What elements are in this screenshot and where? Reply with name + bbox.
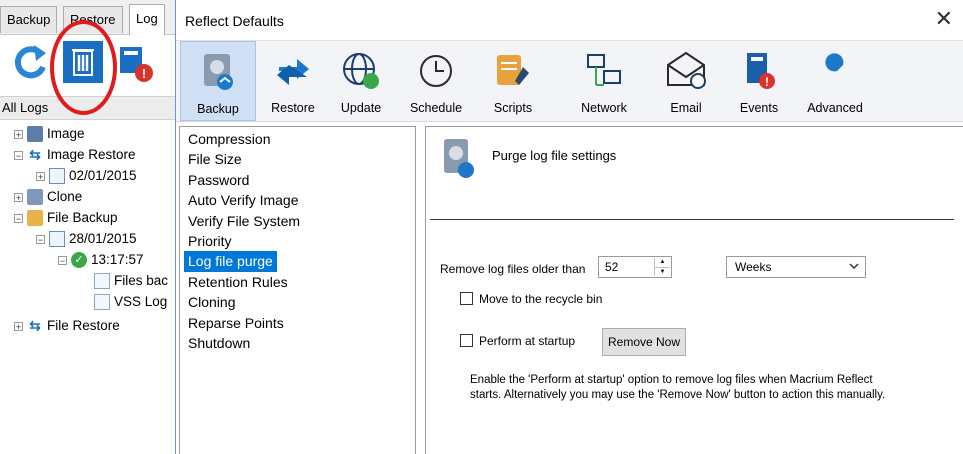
category-priority[interactable]: Priority bbox=[180, 231, 415, 251]
recycle-bin-checkbox[interactable] bbox=[460, 292, 473, 305]
folder-backup-icon bbox=[27, 210, 43, 227]
clone-disk-icon bbox=[27, 189, 43, 206]
ribbon-events-button[interactable]: ! Events bbox=[728, 41, 790, 121]
svg-text:!: ! bbox=[765, 75, 769, 89]
age-value[interactable]: 52 bbox=[605, 260, 618, 274]
chevron-down-icon bbox=[849, 263, 859, 270]
category-cloning[interactable]: Cloning bbox=[180, 292, 415, 312]
ribbon-backup-button[interactable]: Backup bbox=[180, 41, 256, 121]
recycle-bin-label[interactable]: Move to the recycle bin bbox=[479, 292, 602, 306]
category-password[interactable]: Password bbox=[180, 170, 415, 190]
category-shutdown[interactable]: Shutdown bbox=[180, 333, 415, 353]
category-verify-file-system[interactable]: Verify File System bbox=[180, 211, 415, 231]
calendar-icon bbox=[49, 168, 65, 185]
restore-arrows-icon bbox=[277, 59, 309, 85]
dialog-title: Reflect Defaults bbox=[185, 13, 284, 29]
svg-text:!: ! bbox=[142, 66, 146, 81]
tree-item-file-restore[interactable]: + ⇆ File Restore bbox=[14, 316, 120, 336]
category-log-file-purge[interactable]: Log file purge bbox=[184, 251, 277, 272]
category-compression[interactable]: Compression bbox=[180, 129, 415, 149]
collapse-icon[interactable]: − bbox=[14, 213, 23, 223]
remove-older-label: Remove log files older than bbox=[440, 262, 586, 276]
annotation-circle bbox=[50, 20, 117, 115]
age-stepper[interactable]: 52 ▲ ▼ bbox=[598, 256, 672, 278]
event-log-icon[interactable]: ! bbox=[116, 45, 156, 87]
purge-description: Enable the 'Perform at startup' option t… bbox=[470, 374, 886, 401]
backup-disk-icon bbox=[444, 139, 474, 178]
reflect-defaults-dialog: Reflect Defaults ✕ Backup Restore Update… bbox=[175, 0, 963, 454]
expand-icon[interactable]: + bbox=[14, 321, 23, 331]
tree-item-files-backup-log[interactable]: Files bac bbox=[94, 271, 168, 291]
tree-item-file-backup[interactable]: − File Backup bbox=[14, 208, 118, 228]
tab-backup[interactable]: Backup bbox=[0, 6, 58, 33]
disk-image-icon bbox=[27, 126, 43, 143]
calendar-icon bbox=[49, 231, 65, 248]
collapse-icon[interactable]: − bbox=[36, 234, 45, 244]
advanced-wrench-icon bbox=[823, 53, 844, 85]
success-check-icon: ✓ bbox=[71, 252, 87, 269]
ribbon-restore-button[interactable]: Restore bbox=[258, 41, 328, 121]
ribbon-email-button[interactable]: Email bbox=[653, 41, 719, 121]
settings-header: Purge log file settings bbox=[492, 148, 617, 163]
tree-item-time[interactable]: − ✓ 13:17:57 bbox=[58, 250, 144, 270]
perform-at-startup-label[interactable]: Perform at startup bbox=[479, 334, 575, 348]
category-auto-verify-image[interactable]: Auto Verify Image bbox=[180, 190, 415, 210]
log-purge-settings-panel: Purge log file settings Remove log files… bbox=[425, 126, 963, 454]
refresh-icon[interactable] bbox=[12, 43, 50, 83]
document-icon bbox=[94, 273, 110, 290]
dialog-titlebar[interactable]: Reflect Defaults ✕ bbox=[176, 0, 963, 40]
ribbon-advanced-button[interactable]: Advanced bbox=[795, 41, 875, 121]
update-globe-icon bbox=[343, 53, 379, 89]
close-icon[interactable]: ✕ bbox=[935, 6, 953, 32]
separator bbox=[430, 219, 954, 220]
document-icon bbox=[94, 294, 110, 311]
tree-item-clone[interactable]: + Clone bbox=[14, 187, 82, 207]
network-computers-icon bbox=[587, 54, 621, 86]
expand-icon[interactable]: + bbox=[14, 192, 23, 202]
category-file-size[interactable]: File Size bbox=[180, 149, 415, 169]
age-unit-value: Weeks bbox=[735, 260, 772, 274]
tree-item-image[interactable]: + Image bbox=[14, 124, 85, 144]
expand-icon[interactable]: + bbox=[36, 171, 45, 181]
tree-item-date-0201[interactable]: +02/01/2015 bbox=[36, 166, 137, 186]
ribbon-scripts-button[interactable]: Scripts bbox=[480, 41, 546, 121]
stepper-buttons: ▲ ▼ bbox=[654, 258, 670, 276]
stepper-down-icon[interactable]: ▼ bbox=[655, 268, 670, 277]
category-ribbon: Backup Restore Update Schedule Scripts N… bbox=[176, 40, 963, 122]
restore-arrows-icon: ⇆ bbox=[29, 147, 41, 163]
ribbon-update-button[interactable]: Update bbox=[329, 41, 393, 121]
stepper-up-icon[interactable]: ▲ bbox=[655, 258, 670, 268]
scripts-scroll-icon bbox=[497, 55, 529, 85]
ribbon-network-button[interactable]: Network bbox=[568, 41, 640, 121]
email-envelope-icon bbox=[667, 51, 706, 89]
tab-log[interactable]: Log bbox=[129, 4, 165, 35]
perform-at-startup-checkbox[interactable] bbox=[460, 334, 473, 347]
category-reparse-points[interactable]: Reparse Points bbox=[180, 313, 415, 333]
expand-icon[interactable]: + bbox=[14, 129, 23, 139]
settings-category-list: Compression File Size Password Auto Veri… bbox=[179, 126, 416, 454]
remove-now-button[interactable]: Remove Now bbox=[602, 328, 686, 356]
age-unit-select[interactable]: Weeks bbox=[726, 256, 866, 278]
events-book-icon: ! bbox=[747, 53, 775, 89]
collapse-icon[interactable]: − bbox=[58, 255, 67, 265]
backup-disk-icon bbox=[204, 54, 233, 90]
log-pane: Backup Restore Log ! All Logs + Image − ⇆ I… bbox=[0, 0, 177, 454]
tree-item-date-2801[interactable]: −28/01/2015 bbox=[36, 229, 137, 249]
tree-item-image-restore[interactable]: − ⇆ Image Restore bbox=[14, 145, 136, 165]
schedule-clock-icon bbox=[420, 55, 452, 87]
tree-item-vss-log[interactable]: VSS Log bbox=[94, 292, 167, 312]
ribbon-schedule-button[interactable]: Schedule bbox=[400, 41, 472, 121]
collapse-icon[interactable]: − bbox=[14, 150, 23, 160]
restore-arrows-icon: ⇆ bbox=[29, 318, 41, 334]
category-retention-rules[interactable]: Retention Rules bbox=[180, 272, 415, 292]
